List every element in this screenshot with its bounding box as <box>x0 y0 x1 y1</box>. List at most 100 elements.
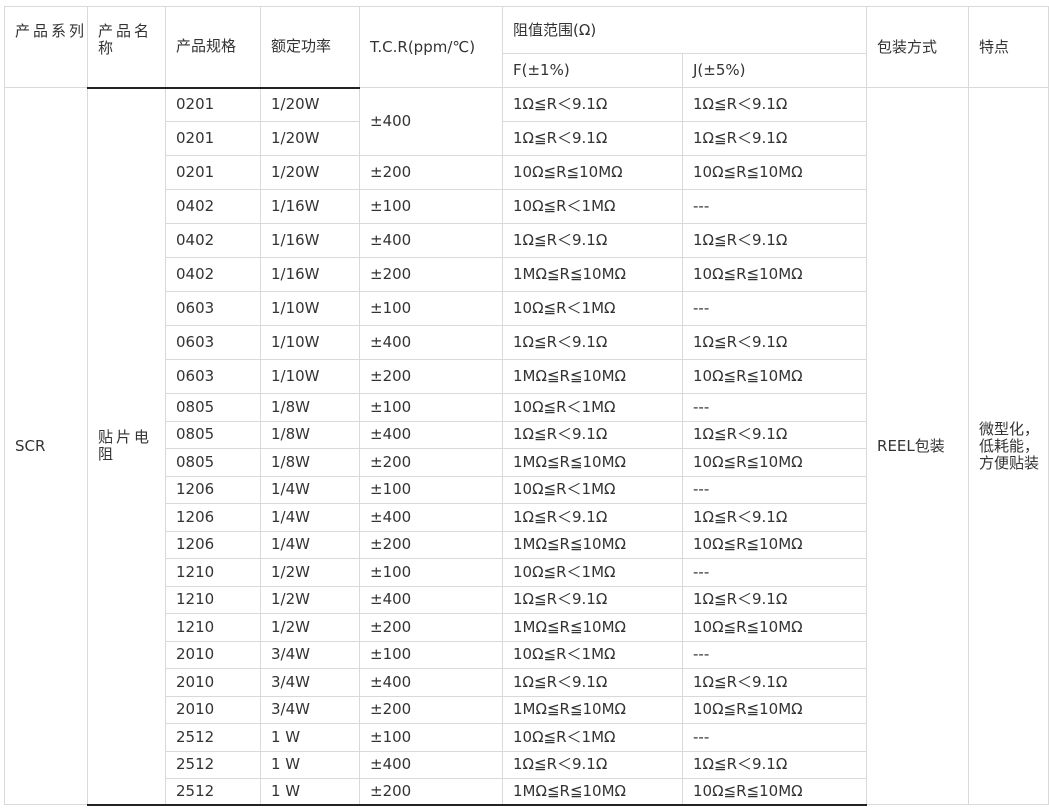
range-j-cell: 10Ω≦R≦10MΩ <box>681 530 868 559</box>
range-j-cell: 1Ω≦R＜9.1Ω <box>681 223 868 258</box>
tcr-cell: ±200 <box>359 778 503 806</box>
range-j-cell: 1Ω≦R＜9.1Ω <box>681 87 868 122</box>
tcr-cell: ±400 <box>359 223 503 258</box>
spec-cell: 0603 <box>165 291 261 326</box>
range-j-cell: 10Ω≦R≦10MΩ <box>681 448 868 477</box>
power-cell: 1/4W <box>260 530 360 559</box>
power-cell: 1 W <box>260 723 360 752</box>
product-name-cell: 贴片电阻 <box>87 87 166 806</box>
spec-cell: 0201 <box>165 155 261 190</box>
header-feature: 特点 <box>968 6 1049 88</box>
power-cell: 1/16W <box>260 257 360 292</box>
tcr-cell: ±200 <box>359 448 503 477</box>
package-cell: REEL包装 <box>866 87 970 805</box>
tcr-cell: ±400 <box>359 503 503 532</box>
range-j-cell: 10Ω≦R≦10MΩ <box>681 359 868 394</box>
spec-cell: 2512 <box>165 723 261 752</box>
range-f-cell: 1MΩ≦R≦10MΩ <box>502 695 683 724</box>
tcr-cell: ±400 <box>359 750 503 779</box>
series-cell: SCR <box>4 87 88 805</box>
range-f-cell: 10Ω≦R＜1MΩ <box>502 723 683 752</box>
range-f-cell: 10Ω≦R＜1MΩ <box>502 393 683 422</box>
tcr-cell: ±200 <box>359 257 503 292</box>
range-j-cell: --- <box>681 291 868 326</box>
header-range-f: F(±1%) <box>502 53 683 88</box>
range-f-cell: 1Ω≦R＜9.1Ω <box>502 87 683 122</box>
range-j-cell: --- <box>681 393 868 422</box>
power-cell: 1/10W <box>260 291 360 326</box>
range-j-cell: 1Ω≦R＜9.1Ω <box>681 585 868 614</box>
power-cell: 1/4W <box>260 475 360 504</box>
power-cell: 1/10W <box>260 325 360 360</box>
power-cell: 1/20W <box>260 121 360 156</box>
range-j-cell: 1Ω≦R＜9.1Ω <box>681 503 868 532</box>
tcr-cell: ±400 <box>359 87 503 156</box>
range-f-cell: 1Ω≦R＜9.1Ω <box>502 668 683 697</box>
spec-cell: 0805 <box>165 420 261 449</box>
resistor-spec-table: 产品系列 产品名称 产品规格 额定功率 T.C.R(ppm/℃) 阻值范围(Ω)… <box>4 6 1049 806</box>
header-package: 包装方式 <box>866 6 970 88</box>
spec-cell: 1210 <box>165 613 261 642</box>
spec-cell: 1206 <box>165 503 261 532</box>
range-f-cell: 1MΩ≦R≦10MΩ <box>502 613 683 642</box>
tcr-cell: ±400 <box>359 420 503 449</box>
spec-cell: 0201 <box>165 87 261 122</box>
tcr-cell: ±400 <box>359 325 503 360</box>
range-j-cell: --- <box>681 640 868 669</box>
power-cell: 3/4W <box>260 640 360 669</box>
range-f-cell: 1Ω≦R＜9.1Ω <box>502 585 683 614</box>
tcr-cell: ±100 <box>359 291 503 326</box>
range-j-cell: 1Ω≦R＜9.1Ω <box>681 121 868 156</box>
range-j-cell: --- <box>681 189 868 224</box>
spec-cell: 2010 <box>165 668 261 697</box>
header-power: 额定功率 <box>260 6 360 89</box>
tcr-cell: ±200 <box>359 695 503 724</box>
range-j-cell: --- <box>681 723 868 752</box>
range-j-cell: 10Ω≦R≦10MΩ <box>681 695 868 724</box>
header-spec: 产品规格 <box>165 6 261 89</box>
spec-cell: 1210 <box>165 585 261 614</box>
spec-cell: 2512 <box>165 778 261 806</box>
range-j-cell: 1Ω≦R＜9.1Ω <box>681 668 868 697</box>
range-f-cell: 1Ω≦R＜9.1Ω <box>502 420 683 449</box>
range-j-cell: 1Ω≦R＜9.1Ω <box>681 420 868 449</box>
spec-cell: 0402 <box>165 257 261 292</box>
range-f-cell: 1MΩ≦R≦10MΩ <box>502 530 683 559</box>
power-cell: 1/20W <box>260 87 360 122</box>
power-cell: 3/4W <box>260 668 360 697</box>
header-range: 阻值范围(Ω) <box>501 6 868 54</box>
power-cell: 1/2W <box>260 613 360 642</box>
range-f-cell: 1MΩ≦R≦10MΩ <box>502 257 683 292</box>
tcr-cell: ±100 <box>359 640 503 669</box>
power-cell: 1/2W <box>260 558 360 587</box>
power-cell: 1/10W <box>260 359 360 394</box>
spec-cell: 0402 <box>165 223 261 258</box>
tcr-cell: ±200 <box>359 530 503 559</box>
power-cell: 1/8W <box>260 448 360 477</box>
range-j-cell: 10Ω≦R≦10MΩ <box>681 155 868 190</box>
header-range-j: J(±5%) <box>681 53 868 88</box>
spec-cell: 0603 <box>165 325 261 360</box>
header-tcr: T.C.R(ppm/℃) <box>359 6 503 88</box>
spec-cell: 2010 <box>165 640 261 669</box>
range-f-cell: 1Ω≦R＜9.1Ω <box>502 503 683 532</box>
tcr-cell: ±100 <box>359 558 503 587</box>
range-j-cell: 1Ω≦R＜9.1Ω <box>681 750 868 779</box>
range-f-cell: 1MΩ≦R≦10MΩ <box>502 778 683 806</box>
range-j-cell: 1Ω≦R＜9.1Ω <box>681 325 868 360</box>
range-f-cell: 1Ω≦R＜9.1Ω <box>502 223 683 258</box>
range-f-cell: 1Ω≦R＜9.1Ω <box>502 325 683 360</box>
power-cell: 1/20W <box>260 155 360 190</box>
tcr-cell: ±100 <box>359 189 503 224</box>
spec-cell: 0201 <box>165 121 261 156</box>
power-cell: 1/8W <box>260 393 360 422</box>
range-f-cell: 1Ω≦R＜9.1Ω <box>502 750 683 779</box>
range-j-cell: 10Ω≦R≦10MΩ <box>681 778 868 806</box>
range-f-cell: 10Ω≦R＜1MΩ <box>502 640 683 669</box>
range-f-cell: 10Ω≦R＜1MΩ <box>502 475 683 504</box>
range-j-cell: 10Ω≦R≦10MΩ <box>681 613 868 642</box>
power-cell: 1 W <box>260 750 360 779</box>
range-f-cell: 1Ω≦R＜9.1Ω <box>502 121 683 156</box>
spec-cell: 0603 <box>165 359 261 394</box>
range-f-cell: 1MΩ≦R≦10MΩ <box>502 359 683 394</box>
